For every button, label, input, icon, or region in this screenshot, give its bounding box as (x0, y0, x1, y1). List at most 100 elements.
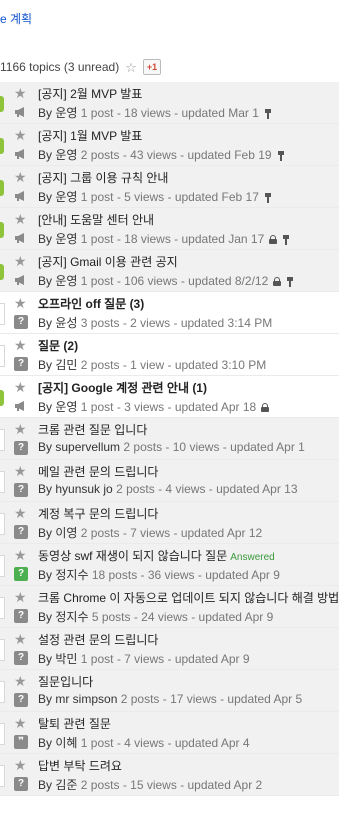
question-icon: ? (14, 483, 28, 497)
topic-status-marker (0, 513, 5, 535)
topic-title-text[interactable]: 크롬 관련 질문 입니다 (38, 423, 147, 437)
topic-author[interactable]: 운영 (55, 148, 77, 162)
topic-row[interactable]: ★? 크롬 관련 질문 입니다 By supervellum 2 posts - 1… (0, 418, 339, 460)
topic-meta: By 이혜 1 post - 4 views - updated Apr 4 (38, 734, 250, 751)
topic-author[interactable]: 이영 (55, 526, 77, 540)
topic-title[interactable]: 메일 관련 문의 드립니다 (38, 463, 158, 480)
star-icon[interactable]: ★ (14, 674, 27, 688)
topic-row[interactable]: ★? 질문입니다 By mr simpson 2 posts - 17 views … (0, 670, 339, 712)
star-icon[interactable]: ★ (14, 128, 27, 142)
topic-author[interactable]: 운영 (55, 190, 77, 204)
megaphone-icon (14, 147, 28, 161)
topic-author[interactable]: 운영 (55, 232, 77, 246)
star-icon[interactable]: ★ (14, 548, 27, 562)
topic-title-text[interactable]: 질문 (2) (38, 339, 78, 353)
topic-title[interactable]: 답변 부탁 드려요 (38, 757, 122, 774)
top-link[interactable]: e 계획 (0, 10, 32, 27)
topic-author[interactable]: 김준 (55, 778, 77, 792)
star-icon[interactable]: ★ (14, 212, 27, 226)
topic-title-text[interactable]: [공지] 1월 MVP 발표 (38, 129, 142, 143)
topic-author[interactable]: 정지수 (55, 610, 88, 624)
topic-title-text[interactable]: [공지] 2월 MVP 발표 (38, 87, 142, 101)
topic-title-text[interactable]: 동영상 swf 재생이 되지 않습니다 질문 (38, 549, 227, 563)
topic-author[interactable]: 김민 (55, 358, 77, 372)
star-icon[interactable]: ☆ (125, 61, 137, 74)
topic-title[interactable]: [공지] Google 계정 관련 안내 (1) (38, 379, 207, 396)
topic-title-text[interactable]: [공지] Gmail 이용 관련 공지 (38, 255, 178, 269)
star-icon[interactable]: ★ (14, 296, 27, 310)
star-icon[interactable]: ★ (14, 380, 27, 394)
topic-author[interactable]: 운영 (55, 400, 77, 414)
by-label: By (38, 736, 53, 750)
star-icon[interactable]: ★ (14, 590, 27, 604)
topic-title-text[interactable]: 크롬 Chrome 이 자동으로 업데이트 되지 않습니다 해결 방법을 알려주… (38, 591, 339, 605)
topic-row[interactable]: ★ [공지] 2월 MVP 발표 By 운영 1 post - 18 views -… (0, 82, 339, 124)
topic-meta: By 운영 1 post - 106 views - updated 8/2/1… (38, 272, 294, 289)
topic-row[interactable]: ★? 크롬 Chrome 이 자동으로 업데이트 되지 않습니다 해결 방법을 알… (0, 586, 339, 628)
topic-row[interactable]: ★? 답변 부탁 드려요 By 김준 2 posts - 15 views - up… (0, 754, 339, 796)
star-icon[interactable]: ★ (14, 422, 27, 436)
star-icon[interactable]: ★ (14, 716, 27, 730)
topic-title[interactable]: 탈퇴 관련 질문 (38, 715, 111, 732)
answered-question-icon: ? (14, 567, 28, 581)
topic-title[interactable]: [공지] 그룹 이용 규칙 안내 (38, 169, 168, 186)
topic-meta: By 이영 2 posts - 7 views - updated Apr 12 (38, 524, 262, 541)
topic-row[interactable]: ★ [안내] 도움말 센터 안내 By 운영 1 post - 18 views -… (0, 208, 339, 250)
topic-stats: 2 posts - 17 views - updated Apr 5 (120, 692, 303, 706)
topic-title-text[interactable]: 계정 복구 문의 드립니다 (38, 507, 158, 521)
topic-title-text[interactable]: 메일 관련 문의 드립니다 (38, 465, 158, 479)
topic-row[interactable]: ★ [공지] 그룹 이용 규칙 안내 By 운영 1 post - 5 views … (0, 166, 339, 208)
topic-author[interactable]: hyunsuk jo (55, 482, 112, 496)
topic-title[interactable]: [공지] 2월 MVP 발표 (38, 85, 142, 102)
topic-title-text[interactable]: [공지] Google 계정 관련 안내 (1) (38, 381, 207, 395)
star-icon[interactable]: ★ (14, 506, 27, 520)
topic-title[interactable]: 설정 관련 문의 드립니다 (38, 631, 158, 648)
topic-title-text[interactable]: [공지] 그룹 이용 규칙 안내 (38, 171, 168, 185)
topic-title-text[interactable]: 오프라인 off 질문 (3) (38, 297, 144, 311)
topic-row[interactable]: ★? 동영상 swf 재생이 되지 않습니다 질문 Answered By 정지수 1… (0, 544, 339, 586)
topic-row[interactable]: ★ [공지] Gmail 이용 관련 공지 By 운영 1 post - 106 v… (0, 250, 339, 292)
topic-meta: By 정지수 5 posts - 24 views - updated Apr … (38, 608, 273, 625)
topic-author[interactable]: mr simpson (55, 692, 117, 706)
topic-author[interactable]: 운영 (55, 106, 77, 120)
star-icon[interactable]: ★ (14, 464, 27, 478)
topic-title-text[interactable]: [안내] 도움말 센터 안내 (38, 213, 154, 227)
topic-title[interactable]: 계정 복구 문의 드립니다 (38, 505, 158, 522)
topic-title-text[interactable]: 답변 부탁 드려요 (38, 759, 122, 773)
topic-row[interactable]: ★? 질문 (2) By 김민 2 posts - 1 view - updated… (0, 334, 339, 376)
by-label: By (38, 190, 53, 204)
topic-title-text[interactable]: 탈퇴 관련 질문 (38, 717, 111, 731)
topic-title[interactable]: [공지] 1월 MVP 발표 (38, 127, 142, 144)
topic-row[interactable]: ★ [공지] Google 계정 관련 안내 (1) By 운영 1 post - … (0, 376, 339, 418)
topic-stats: 1 post - 3 views - updated Apr 18 (80, 400, 257, 414)
google-plus-one-button[interactable]: +1 (142, 59, 162, 75)
star-icon[interactable]: ★ (14, 170, 27, 184)
topic-row[interactable]: ★ ❞ 탈퇴 관련 질문 By 이혜 1 post - 4 views - updat… (0, 712, 339, 754)
topic-title[interactable]: [공지] Gmail 이용 관련 공지 (38, 253, 178, 270)
topic-title[interactable]: 질문 (2) (38, 337, 78, 354)
topic-title[interactable]: 크롬 Chrome 이 자동으로 업데이트 되지 않습니다 해결 방법을 알려주… (38, 589, 339, 606)
topic-row[interactable]: ★ [공지] 1월 MVP 발표 By 운영 2 posts - 43 views … (0, 124, 339, 166)
topic-title-text[interactable]: 질문입니다 (38, 675, 93, 689)
star-icon[interactable]: ★ (14, 254, 27, 268)
star-icon[interactable]: ★ (14, 758, 27, 772)
topic-author[interactable]: 정지수 (55, 568, 88, 582)
topic-author[interactable]: 운영 (55, 274, 77, 288)
topic-author[interactable]: 박민 (55, 652, 77, 666)
topic-row[interactable]: ★? 설정 관련 문의 드립니다 By 박민 1 post - 7 views - … (0, 628, 339, 670)
star-icon[interactable]: ★ (14, 338, 27, 352)
topic-title[interactable]: 질문입니다 (38, 673, 93, 690)
topic-title[interactable]: 동영상 swf 재생이 되지 않습니다 질문 Answered (38, 547, 275, 564)
topic-title-text[interactable]: 설정 관련 문의 드립니다 (38, 633, 158, 647)
topic-title[interactable]: 오프라인 off 질문 (3) (38, 295, 144, 312)
star-icon[interactable]: ★ (14, 632, 27, 646)
topic-row[interactable]: ★? 오프라인 off 질문 (3) By 윤성 3 posts - 2 views… (0, 292, 339, 334)
topic-row[interactable]: ★? 계정 복구 문의 드립니다 By 이영 2 posts - 7 views -… (0, 502, 339, 544)
star-icon[interactable]: ★ (14, 86, 27, 100)
topic-title[interactable]: 크롬 관련 질문 입니다 (38, 421, 147, 438)
topic-author[interactable]: 이혜 (55, 736, 77, 750)
topic-author[interactable]: supervellum (55, 440, 120, 454)
topic-author[interactable]: 윤성 (55, 316, 77, 330)
topic-title[interactable]: [안내] 도움말 센터 안내 (38, 211, 154, 228)
topic-row[interactable]: ★? 메일 관련 문의 드립니다 By hyunsuk jo 2 posts - 4… (0, 460, 339, 502)
